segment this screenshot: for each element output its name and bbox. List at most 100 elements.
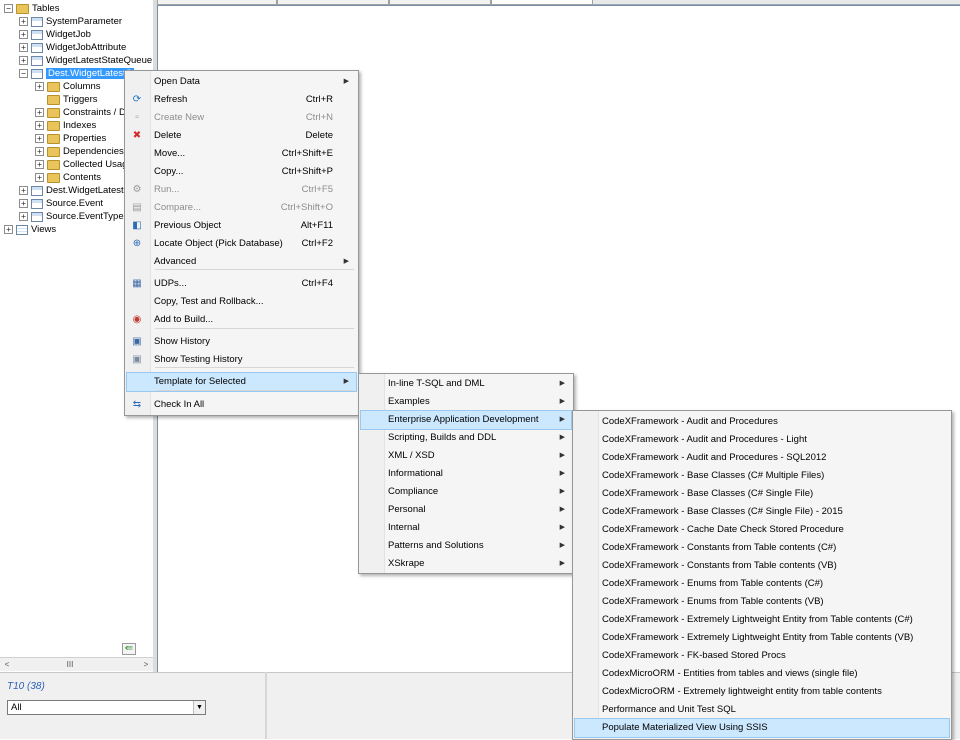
tree-node-label: Dest.WidgetLatestS: [46, 185, 130, 196]
submenu-item[interactable]: In-line T-SQL and DML ▶: [361, 375, 571, 393]
template-item[interactable]: CodeXFramework - FK-based Stored Procs: [575, 647, 949, 665]
tree-node[interactable]: + Source.EventType: [19, 210, 124, 223]
submenu-item[interactable]: Informational ▶: [361, 465, 571, 483]
expand-toggle-icon[interactable]: +: [19, 30, 28, 39]
tree-node[interactable]: + Columns: [35, 80, 101, 93]
tree-node-label: WidgetLatestStateQueue: [46, 55, 153, 66]
submenu-item[interactable]: XSkrape ▶: [361, 555, 571, 573]
menu-item-label: Populate Materialized View Using SSIS: [602, 722, 768, 733]
submenu-item[interactable]: Patterns and Solutions ▶: [361, 537, 571, 555]
menu-item[interactable]: ◉ Add to Build...: [127, 311, 356, 329]
tree-node[interactable]: + WidgetJobAttribute: [19, 41, 126, 54]
tree-node[interactable]: Triggers: [35, 93, 98, 106]
tree-node[interactable]: + Indexes: [35, 119, 96, 132]
table-icon: [31, 29, 43, 40]
expand-toggle-icon[interactable]: +: [19, 17, 28, 26]
expand-toggle-icon[interactable]: +: [35, 121, 44, 130]
table-icon: [31, 211, 43, 222]
template-item[interactable]: CodeXFramework - Constants from Table co…: [575, 539, 949, 557]
compare-icon: ▤: [132, 202, 142, 213]
menu-separator: [155, 390, 354, 391]
tree-node[interactable]: + Properties: [35, 132, 106, 145]
tree-node[interactable]: + Contents: [35, 171, 101, 184]
expand-toggle-icon[interactable]: +: [4, 225, 13, 234]
tree-node[interactable]: + WidgetLatestStateQueue: [19, 54, 152, 67]
tree-node[interactable]: + Source.Event: [19, 197, 103, 210]
tree-horizontal-scrollbar[interactable]: < III >: [0, 657, 153, 671]
submenu-item[interactable]: Personal ▶: [361, 501, 571, 519]
template-item[interactable]: CodexMicroORM - Extremely lightweight en…: [575, 683, 949, 701]
tree-node[interactable]: − Tables: [4, 2, 59, 15]
submenu-item[interactable]: XML / XSD ▶: [361, 447, 571, 465]
template-item[interactable]: Populate Materialized View Using SSIS: [574, 718, 950, 738]
submenu-item[interactable]: Compliance ▶: [361, 483, 571, 501]
expand-toggle-icon[interactable]: +: [35, 160, 44, 169]
template-item[interactable]: CodeXFramework - Extremely Lightweight E…: [575, 611, 949, 629]
dropdown-arrow-icon[interactable]: ▼: [193, 701, 205, 714]
tree-node[interactable]: + Views: [4, 223, 56, 236]
menu-item[interactable]: Copy, Test and Rollback...: [127, 293, 356, 311]
tree-node[interactable]: − Dest.WidgetLatestS: [19, 67, 134, 80]
collapse-pane-icon[interactable]: ⇚: [122, 643, 136, 655]
scroll-thumb[interactable]: III: [60, 659, 80, 671]
expand-toggle-icon[interactable]: +: [19, 56, 28, 65]
menu-item[interactable]: Copy... Ctrl+Shift+P: [127, 163, 356, 181]
template-item[interactable]: CodeXFramework - Enums from Table conten…: [575, 575, 949, 593]
menu-item: ▫ Create New Ctrl+N: [127, 109, 356, 127]
template-item[interactable]: CodeXFramework - Audit and Procedures - …: [575, 431, 949, 449]
expand-toggle-icon[interactable]: +: [19, 212, 28, 221]
expand-toggle-icon[interactable]: +: [35, 173, 44, 182]
tree-node[interactable]: + Dependencies: [35, 145, 124, 158]
submenu-item[interactable]: Scripting, Builds and DDL ▶: [361, 429, 571, 447]
menu-item[interactable]: ◧ Previous Object Alt+F11: [127, 217, 356, 235]
tree-node[interactable]: + Collected Usag: [35, 158, 127, 171]
template-item[interactable]: CodeXFramework - Base Classes (C# Single…: [575, 503, 949, 521]
tree-node[interactable]: + SystemParameter: [19, 15, 122, 28]
submenu-item[interactable]: Internal ▶: [361, 519, 571, 537]
submenu-item[interactable]: Enterprise Application Development ▶: [360, 410, 572, 430]
tree-node-label: Dependencies: [63, 146, 124, 157]
menu-item[interactable]: ⊕ Locate Object (Pick Database) Ctrl+F2: [127, 235, 356, 253]
expand-toggle-icon[interactable]: +: [35, 82, 44, 91]
menu-item[interactable]: ▦ UDPs... Ctrl+F4: [127, 275, 356, 293]
menu-item-label: Copy, Test and Rollback...: [154, 296, 264, 307]
template-item[interactable]: CodeXFramework - Constants from Table co…: [575, 557, 949, 575]
menu-item[interactable]: Open Data ▶: [127, 73, 356, 91]
scroll-left-button[interactable]: <: [1, 659, 13, 671]
submenu-item[interactable]: Examples ▶: [361, 393, 571, 411]
template-item[interactable]: CodexMicroORM - Entities from tables and…: [575, 665, 949, 683]
template-item[interactable]: CodeXFramework - Cache Date Check Stored…: [575, 521, 949, 539]
expand-toggle-icon[interactable]: +: [35, 134, 44, 143]
menu-item[interactable]: ⟳ Refresh Ctrl+R: [127, 91, 356, 109]
tree-node[interactable]: + WidgetJob: [19, 28, 91, 41]
expand-toggle-icon[interactable]: +: [19, 43, 28, 52]
collapse-toggle-icon[interactable]: −: [4, 4, 13, 13]
menu-item-label: Previous Object: [154, 220, 222, 231]
menu-item[interactable]: Move... Ctrl+Shift+E: [127, 145, 356, 163]
menu-item[interactable]: Template for Selected ▶: [126, 372, 357, 392]
menu-item[interactable]: ▣ Show History: [127, 333, 356, 351]
expand-toggle-icon[interactable]: +: [19, 199, 28, 208]
template-item[interactable]: CodeXFramework - Base Classes (C# Single…: [575, 485, 949, 503]
template-item[interactable]: CodeXFramework - Audit and Procedures: [575, 413, 949, 431]
template-item[interactable]: CodeXFramework - Extremely Lightweight E…: [575, 629, 949, 647]
menu-item[interactable]: ⇆ Check In All: [127, 396, 356, 414]
tree-node-label: Triggers: [63, 94, 98, 105]
template-item[interactable]: CodeXFramework - Enums from Table conten…: [575, 593, 949, 611]
locate-object-icon: ⊕: [132, 238, 142, 249]
tree-node[interactable]: + Dest.WidgetLatestS: [19, 184, 130, 197]
template-item[interactable]: CodeXFramework - Base Classes (C# Multip…: [575, 467, 949, 485]
expand-toggle-icon[interactable]: +: [35, 108, 44, 117]
menu-item[interactable]: ✖ Delete Delete: [127, 127, 356, 145]
menu-item-label: CodeXFramework - Audit and Procedures - …: [602, 452, 827, 463]
scroll-right-button[interactable]: >: [140, 659, 152, 671]
tree-node[interactable]: + Constraints / De: [35, 106, 131, 119]
menu-item-label: Create New: [154, 112, 205, 123]
expand-toggle-icon[interactable]: +: [19, 186, 28, 195]
expand-toggle-icon[interactable]: +: [35, 147, 44, 156]
template-item[interactable]: CodeXFramework - Audit and Procedures - …: [575, 449, 949, 467]
filter-dropdown[interactable]: All ▼: [7, 700, 206, 715]
template-item[interactable]: Performance and Unit Test SQL: [575, 701, 949, 719]
collapse-toggle-icon[interactable]: −: [19, 69, 28, 78]
tree-node-label: Tables: [32, 3, 60, 14]
